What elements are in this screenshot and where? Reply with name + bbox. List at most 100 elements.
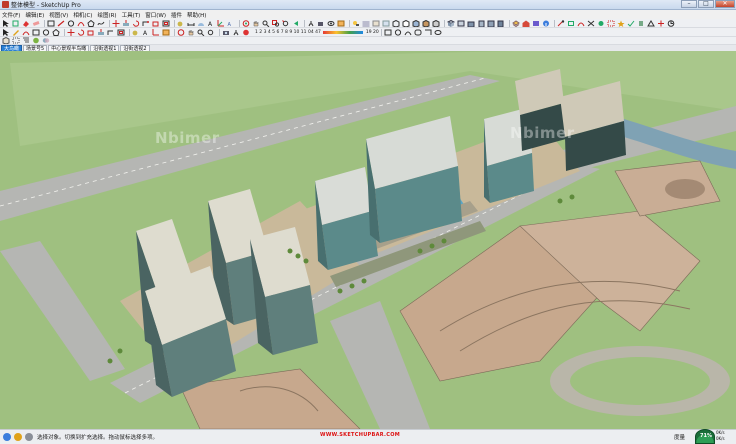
dimension-icon[interactable] bbox=[187, 20, 195, 27]
zoom-window-icon[interactable] bbox=[272, 19, 280, 27]
help-icon[interactable] bbox=[25, 433, 33, 441]
menu-edit[interactable]: 编辑(E) bbox=[25, 11, 44, 19]
move-icon[interactable] bbox=[112, 19, 120, 27]
rotate-icon[interactable] bbox=[132, 19, 140, 27]
zoom-extents-icon[interactable] bbox=[207, 29, 215, 36]
zoom-icon[interactable] bbox=[262, 20, 270, 27]
geolocation-icon[interactable] bbox=[3, 433, 11, 441]
iso-view-icon[interactable] bbox=[447, 19, 455, 27]
eraser-icon[interactable] bbox=[32, 20, 40, 27]
wireframe-icon[interactable] bbox=[392, 19, 400, 27]
make-component-icon[interactable] bbox=[12, 20, 20, 27]
scale-icon[interactable] bbox=[87, 29, 95, 36]
xray-icon[interactable] bbox=[382, 20, 390, 27]
plugin-tool-icon[interactable] bbox=[394, 28, 402, 36]
plugin-tool-icon[interactable] bbox=[647, 19, 655, 27]
plugin-tool-icon[interactable] bbox=[627, 20, 635, 27]
camera-icon[interactable] bbox=[222, 29, 230, 36]
plugin-tool-icon[interactable] bbox=[384, 29, 392, 36]
plugin-tool-icon[interactable] bbox=[424, 29, 432, 36]
pencil-icon[interactable] bbox=[12, 29, 20, 36]
follow-me-icon[interactable] bbox=[142, 20, 150, 27]
previous-view-icon[interactable] bbox=[292, 20, 300, 27]
color-icon[interactable] bbox=[242, 29, 250, 36]
menu-draw[interactable]: 绘图(R) bbox=[97, 11, 116, 19]
plugin-tool-icon[interactable] bbox=[637, 20, 645, 27]
section-plane-icon[interactable] bbox=[162, 29, 170, 36]
orbit-icon[interactable] bbox=[177, 28, 185, 36]
rectangle-icon[interactable] bbox=[32, 29, 40, 36]
look-around-icon[interactable] bbox=[327, 20, 335, 27]
warehouse-icon[interactable] bbox=[522, 20, 530, 27]
maximize-button[interactable]: □ bbox=[698, 0, 714, 8]
plugin-tool-icon[interactable] bbox=[434, 29, 442, 36]
credits-icon[interactable] bbox=[14, 433, 22, 441]
minimize-button[interactable]: – bbox=[681, 0, 697, 8]
rectangle-icon[interactable] bbox=[47, 20, 55, 27]
zoom-extents-icon[interactable] bbox=[282, 19, 290, 27]
tape-measure-icon[interactable] bbox=[132, 29, 140, 36]
fog-icon[interactable] bbox=[362, 20, 370, 27]
left-view-icon[interactable] bbox=[497, 20, 505, 27]
plugin-tool-icon[interactable] bbox=[404, 29, 412, 36]
solid-tools-icon[interactable] bbox=[42, 37, 50, 44]
shaded-texture-icon[interactable] bbox=[422, 19, 430, 27]
top-view-icon[interactable] bbox=[457, 20, 465, 27]
scale-icon[interactable] bbox=[152, 20, 160, 27]
rotate-icon[interactable] bbox=[77, 28, 85, 36]
protractor-icon[interactable] bbox=[197, 20, 205, 27]
walk-icon[interactable] bbox=[307, 20, 315, 27]
pan-icon[interactable] bbox=[252, 19, 260, 27]
plugin-tool-icon[interactable] bbox=[607, 20, 615, 27]
menu-tools[interactable]: 工具(T) bbox=[122, 11, 141, 19]
circle-icon[interactable] bbox=[42, 28, 50, 36]
push-pull-icon[interactable] bbox=[122, 19, 130, 27]
plugin-tool-icon[interactable] bbox=[667, 19, 675, 27]
axes-icon[interactable] bbox=[217, 19, 225, 27]
arc-icon[interactable] bbox=[22, 29, 30, 36]
select-icon[interactable] bbox=[2, 19, 10, 27]
plugin-tool-icon[interactable] bbox=[597, 20, 605, 27]
position-camera-icon[interactable] bbox=[317, 20, 325, 27]
material-icon[interactable] bbox=[32, 37, 40, 44]
line-icon[interactable] bbox=[57, 20, 65, 27]
back-view-icon[interactable] bbox=[487, 20, 495, 27]
plugin-tool-icon[interactable] bbox=[577, 20, 585, 27]
plugin-tool-icon[interactable] bbox=[587, 20, 595, 27]
shaded-icon[interactable] bbox=[412, 19, 420, 27]
move-icon[interactable] bbox=[67, 28, 75, 36]
orbit-icon[interactable] bbox=[242, 19, 250, 27]
freehand-icon[interactable] bbox=[97, 20, 105, 27]
paint-icon[interactable] bbox=[22, 20, 30, 27]
text-icon[interactable]: A bbox=[207, 20, 215, 27]
plugin-tool-icon[interactable] bbox=[617, 20, 625, 27]
pan-icon[interactable] bbox=[187, 28, 195, 36]
layer-icon[interactable] bbox=[512, 19, 520, 27]
style-icon[interactable] bbox=[372, 20, 380, 27]
group-icon[interactable] bbox=[12, 37, 20, 44]
text-icon[interactable]: A bbox=[142, 29, 150, 36]
menu-help[interactable]: 帮助(H) bbox=[187, 11, 206, 19]
close-button[interactable]: ✕ bbox=[715, 0, 735, 8]
right-view-icon[interactable] bbox=[477, 20, 485, 27]
polygon-icon[interactable] bbox=[87, 19, 95, 27]
model-info-icon[interactable] bbox=[542, 20, 550, 27]
menu-camera[interactable]: 相机(C) bbox=[73, 11, 92, 19]
select-icon[interactable] bbox=[2, 28, 10, 36]
offset-icon[interactable] bbox=[117, 29, 125, 36]
outliner-icon[interactable] bbox=[22, 37, 30, 44]
plugin-tool-icon[interactable] bbox=[557, 19, 565, 27]
menu-view[interactable]: 视图(V) bbox=[49, 11, 68, 19]
tape-measure-icon[interactable] bbox=[177, 20, 185, 27]
axes-icon[interactable] bbox=[152, 28, 160, 36]
shadow-icon[interactable] bbox=[352, 20, 360, 27]
push-pull-icon[interactable] bbox=[97, 28, 105, 36]
arc-icon[interactable] bbox=[77, 20, 85, 27]
menu-window[interactable]: 窗口(W) bbox=[145, 11, 166, 19]
front-view-icon[interactable] bbox=[467, 20, 475, 27]
3d-text-icon[interactable]: A bbox=[227, 20, 235, 27]
section-plane-icon[interactable] bbox=[337, 20, 345, 27]
plugin-tool-icon[interactable] bbox=[567, 20, 575, 27]
model-viewport[interactable] bbox=[0, 51, 736, 429]
follow-me-icon[interactable] bbox=[107, 29, 115, 36]
